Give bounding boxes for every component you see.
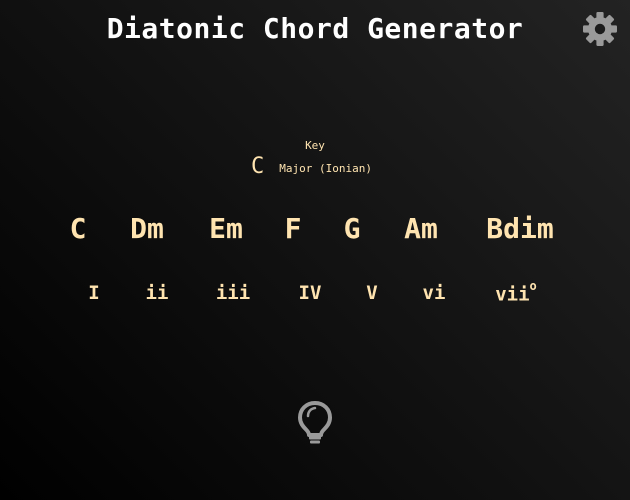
- numeral-7: viio: [495, 279, 537, 306]
- numeral-3: iii: [215, 282, 251, 304]
- numeral-1: I: [88, 282, 100, 304]
- chord-3[interactable]: Em: [209, 212, 243, 245]
- chord-7[interactable]: Bdim: [486, 212, 553, 245]
- diminished-symbol: o: [529, 279, 537, 293]
- lightbulb-icon: [298, 401, 332, 444]
- hint-button[interactable]: [297, 400, 333, 446]
- page-title: Diatonic Chord Generator: [106, 12, 524, 45]
- key-label: Key: [305, 139, 325, 152]
- numeral-2: ii: [145, 282, 169, 304]
- chord-5[interactable]: G: [344, 212, 361, 245]
- numeral-4: IV: [298, 282, 322, 304]
- chord-2[interactable]: Dm: [130, 212, 164, 245]
- settings-button[interactable]: [581, 10, 619, 48]
- chord-6[interactable]: Am: [404, 212, 438, 245]
- key-selector: C Major (Ionian): [251, 154, 372, 179]
- key-mode[interactable]: Major (Ionian): [279, 162, 372, 175]
- numeral-6: vi: [422, 282, 446, 304]
- key-note[interactable]: C: [251, 154, 264, 179]
- chord-1[interactable]: C: [70, 212, 87, 245]
- gear-icon: [583, 12, 617, 46]
- chord-4[interactable]: F: [285, 212, 302, 245]
- numeral-5: V: [366, 282, 378, 304]
